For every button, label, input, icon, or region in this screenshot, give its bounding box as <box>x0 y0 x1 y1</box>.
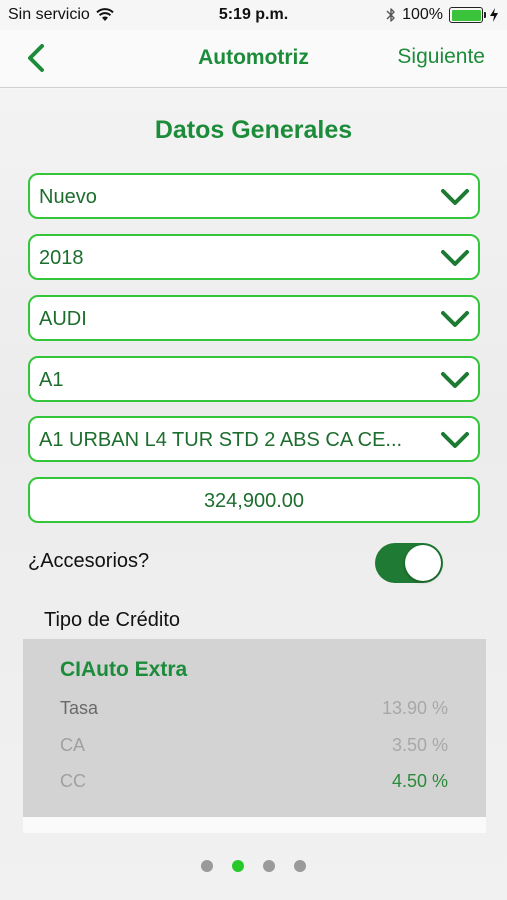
chevron-down-icon <box>441 250 469 266</box>
battery-icon <box>449 7 486 23</box>
cc-label: CC <box>60 771 86 791</box>
page-indicator[interactable] <box>0 860 507 872</box>
charging-icon <box>490 8 498 22</box>
year-select[interactable]: 2018 <box>28 234 480 280</box>
page-dot[interactable] <box>294 860 306 872</box>
brand-select[interactable]: AUDI <box>28 295 480 341</box>
price-field[interactable]: 324,900.00 <box>28 477 480 523</box>
navigation-bar: Automotriz Siguiente <box>0 30 507 88</box>
select-value: A1 <box>39 369 64 391</box>
price-value: 324,900.00 <box>203 490 305 512</box>
chevron-down-icon <box>441 311 469 327</box>
chevron-down-icon <box>441 189 469 205</box>
chevron-down-icon <box>441 372 469 388</box>
rate-value: 13.90 % <box>381 698 448 718</box>
select-value: A1 URBAN L4 TUR STD 2 ABS CA CE... <box>39 429 403 451</box>
ca-value: 3.50 % <box>391 735 448 755</box>
condition-select[interactable]: Nuevo <box>28 173 480 219</box>
credit-card-footer <box>23 817 486 833</box>
battery-percent: 100% <box>402 6 443 23</box>
page-dot[interactable] <box>263 860 275 872</box>
battery-fill <box>451 9 481 21</box>
page-dot[interactable] <box>201 860 213 872</box>
page-dot-active[interactable] <box>232 860 244 872</box>
select-value: 2018 <box>39 247 84 269</box>
rate-label: Tasa <box>60 698 99 718</box>
accessories-label: ¿Accesorios? <box>28 550 150 572</box>
status-right: 100% <box>386 6 499 24</box>
version-select[interactable]: A1 URBAN L4 TUR STD 2 ABS CA CE... <box>28 416 480 462</box>
accessories-toggle[interactable] <box>375 543 443 583</box>
status-bar: Sin servicio 5:19 p.m. 100% <box>0 0 507 30</box>
credit-type-label: Tipo de Crédito <box>44 609 180 631</box>
chevron-down-icon <box>441 432 469 448</box>
ca-label: CA <box>60 735 86 755</box>
bluetooth-icon <box>386 8 395 22</box>
cc-value: 4.50 % <box>391 771 448 791</box>
section-title: Datos Generales <box>154 116 353 144</box>
model-select[interactable]: A1 <box>28 356 480 402</box>
select-value: AUDI <box>39 308 87 330</box>
next-button[interactable]: Siguiente <box>397 45 485 69</box>
credit-card[interactable]: CIAuto Extra Tasa 13.90 % CA 3.50 % CC 4… <box>23 639 486 817</box>
toggle-knob <box>405 545 441 581</box>
credit-name: CIAuto Extra <box>60 658 188 681</box>
select-value: Nuevo <box>39 186 97 208</box>
